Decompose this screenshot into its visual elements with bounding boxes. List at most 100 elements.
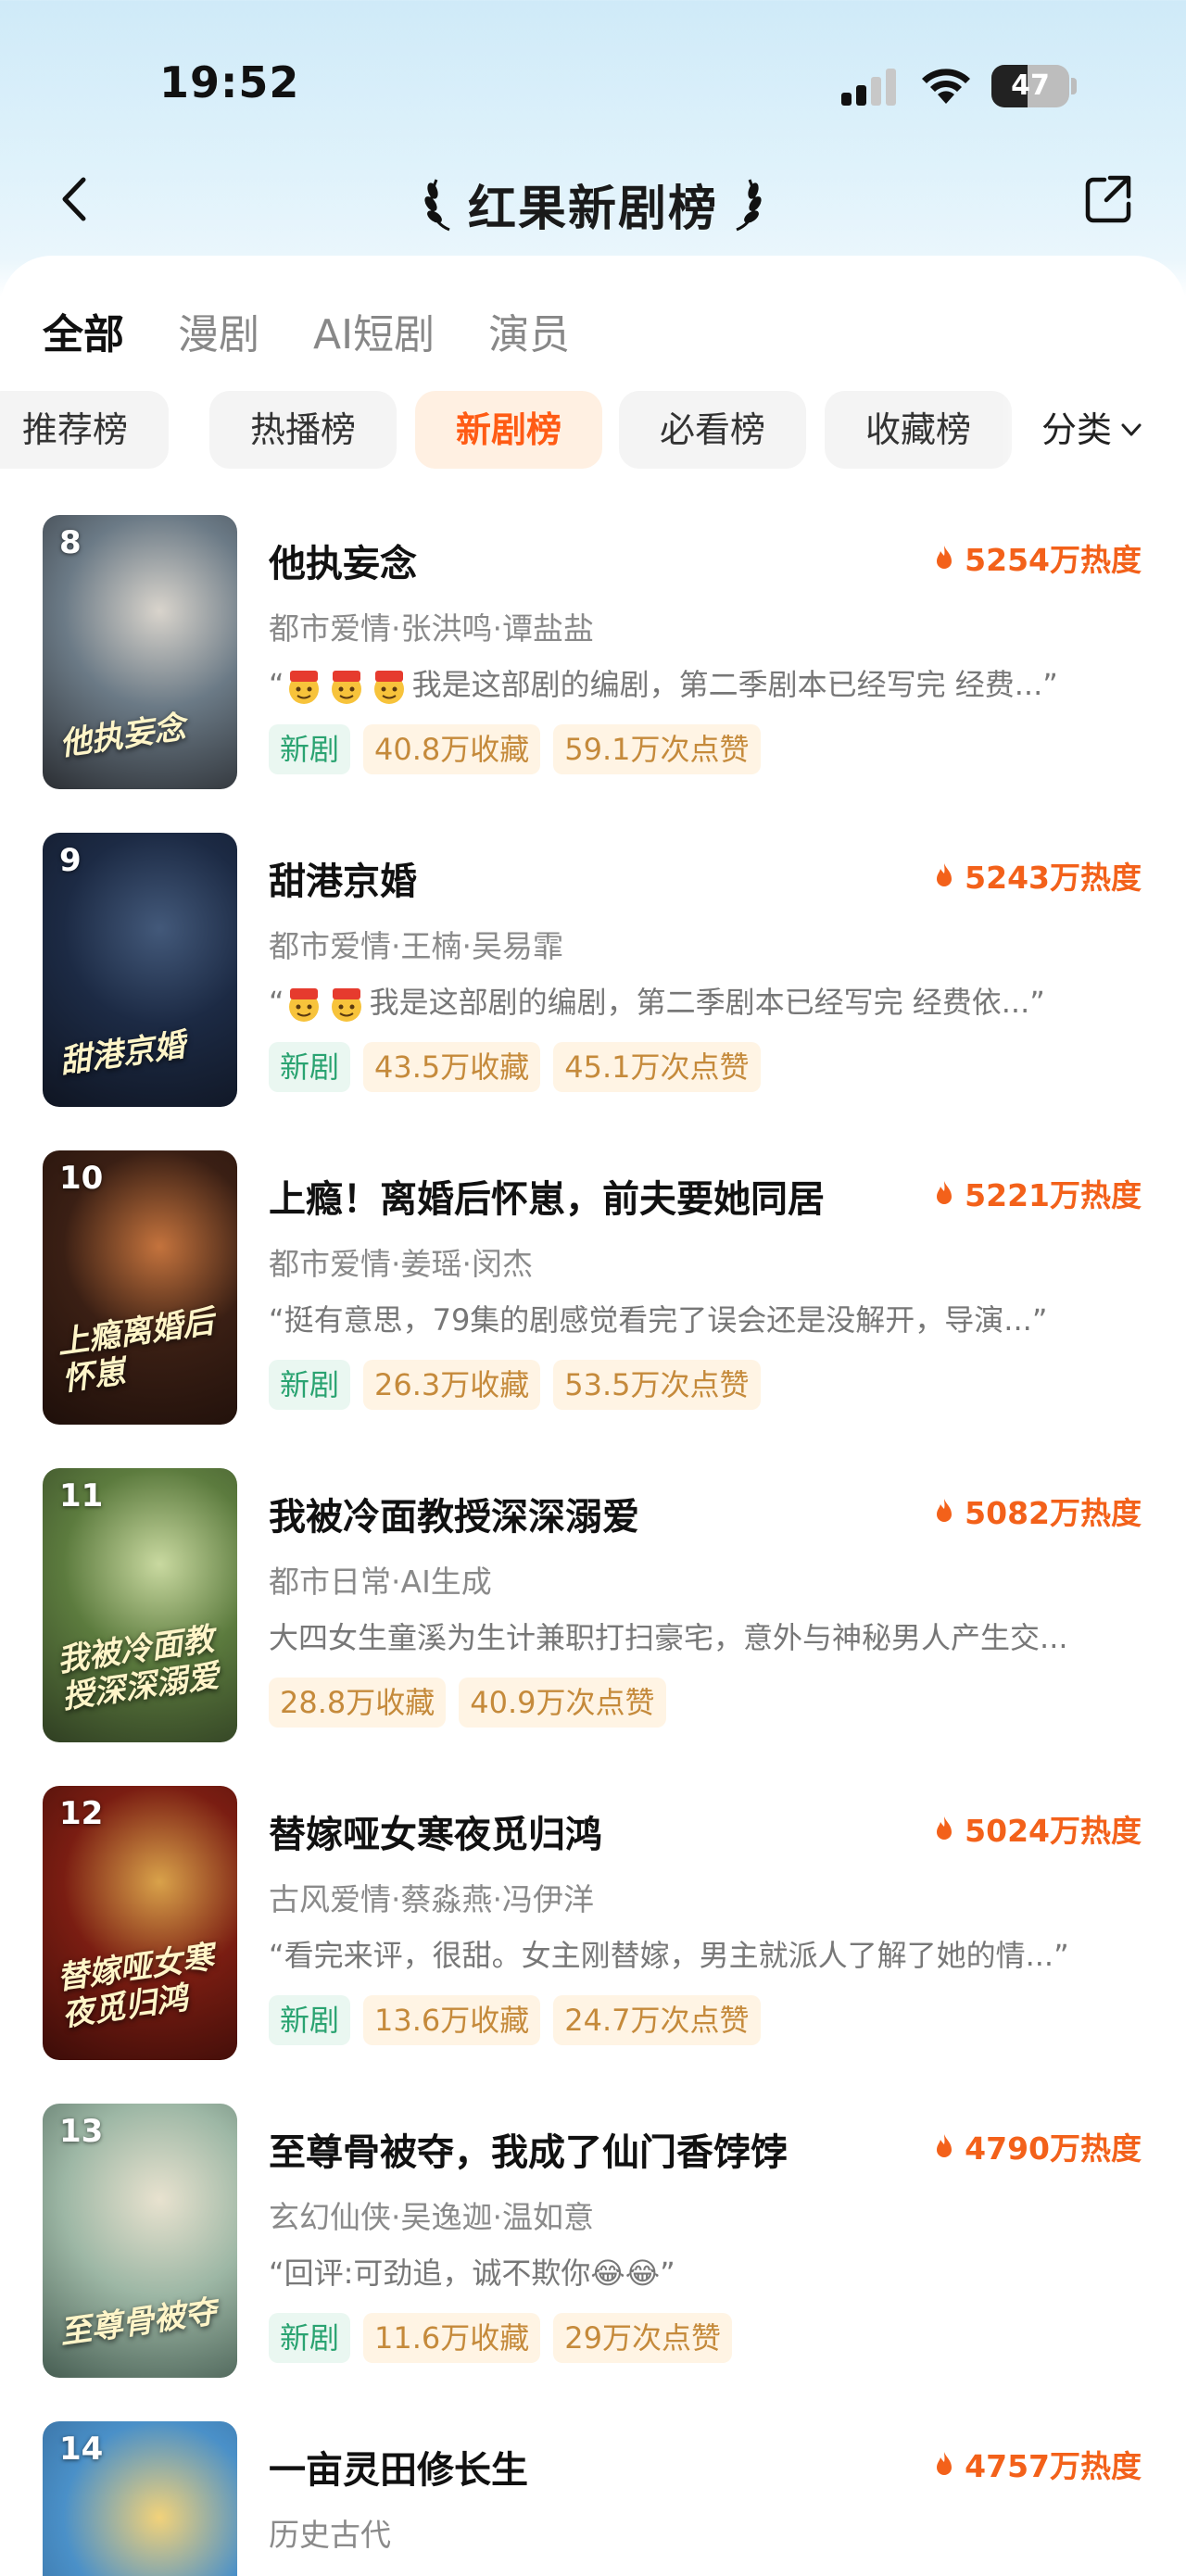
likes-count: 53.5万次点赞 <box>553 1360 761 1410</box>
category-filter-button[interactable]: 分类 <box>1025 391 1144 469</box>
subtab-4[interactable]: 收藏榜 <box>825 391 1012 469</box>
genre-cast: 玄幻仙侠·吴逸迦·温如意 <box>269 2199 594 2235</box>
poster-title-art: 上瘾离婚后怀崽 <box>55 1302 217 1399</box>
likes-count: 40.9万次点赞 <box>459 1678 666 1728</box>
rank-number: 14 <box>59 2431 104 2468</box>
heat-value: 5221万热度 <box>965 1177 1142 1213</box>
list-item[interactable]: 8 他执妄念 他执妄念 5254万热度都市爱情·张洪鸣·谭盐盐 “我是这部剧的编剧，第二… <box>0 515 1186 789</box>
tab-1[interactable]: 漫剧 <box>178 308 259 363</box>
poster-title-art: 甜港京婚 <box>57 1026 188 1081</box>
subtab-2[interactable]: 新剧榜 <box>415 391 602 469</box>
drama-title: 上瘾！离婚后怀崽，前夫要她同居 <box>269 1178 825 1221</box>
poster-image[interactable]: 10 上瘾离婚后怀崽 <box>43 1150 237 1425</box>
tag-group: 新剧 43.5万收藏 45.1万次点赞 <box>269 1042 774 1092</box>
rank-number: 10 <box>59 1160 104 1197</box>
list-item[interactable]: 13 至尊骨被夺 至尊骨被夺，我成了仙门香饽饽 4790万热度玄幻仙侠·吴逸迦·温如意… <box>0 2104 1186 2378</box>
list-item[interactable]: 10 上瘾离婚后怀崽 上瘾！离婚后怀崽，前夫要她同居 5221万热度都市爱情·姜瑶·闵… <box>0 1150 1186 1425</box>
cellular-signal-icon <box>841 69 896 106</box>
laurel-right-icon <box>736 179 762 232</box>
rank-number: 11 <box>59 1477 104 1514</box>
heat-score: 5243万热度 <box>933 853 1142 898</box>
sub-tabs: 收藏榜 必看榜 新剧榜 热播榜 推荐榜 分类 <box>0 391 1186 469</box>
sticker-icon <box>331 988 361 1022</box>
heat-value: 5082万热度 <box>965 1495 1142 1531</box>
flame-icon <box>937 546 953 569</box>
poster-image[interactable]: 11 我被冷面教授深深溺爱 <box>43 1468 237 1742</box>
review-snippet: “回评:可劲追，诚不欺你😂😂” <box>269 2256 675 2291</box>
drama-title: 他执妄念 <box>269 543 417 585</box>
new-badge: 新剧 <box>269 724 351 774</box>
share-icon[interactable] <box>1082 170 1134 226</box>
likes-count: 24.7万次点赞 <box>553 1995 761 2045</box>
sticker-icon <box>373 671 404 704</box>
drama-title: 至尊骨被夺，我成了仙门香饽饽 <box>269 2131 788 2174</box>
battery-level: 47 <box>1011 69 1050 102</box>
nav-title-group: 红果新剧榜 <box>0 167 1186 241</box>
subtab-0[interactable]: 推荐榜 <box>0 391 169 469</box>
poster-title-art: 我被冷面教授深深溺爱 <box>55 1620 221 1716</box>
poster-image[interactable]: 9 甜港京婚 <box>43 833 237 1107</box>
genre-cast: 古风爱情·蔡淼燕·冯伊洋 <box>269 1881 594 1917</box>
favorites-count: 26.3万收藏 <box>363 1360 541 1410</box>
category-label: 分类 <box>1041 409 1113 450</box>
flame-icon <box>937 1181 953 1204</box>
favorites-count: 43.5万收藏 <box>363 1042 541 1092</box>
poster-title-art: 至尊骨被夺 <box>57 2293 219 2352</box>
content-card: 全部 漫剧 AI短剧 演员 收藏榜 必看榜 新剧榜 热播榜 推荐榜 分类 8 他执妄念 他执妄念 5… <box>0 256 1186 2576</box>
heat-value: 4790万热度 <box>965 2130 1142 2167</box>
rank-number: 12 <box>59 1795 104 1832</box>
heat-score: 5221万热度 <box>933 1171 1142 1215</box>
flame-icon <box>937 1499 953 1522</box>
drama-title: 我被冷面教授深深溺爱 <box>269 1496 639 1539</box>
tab-3[interactable]: 演员 <box>488 308 570 363</box>
subtab-1[interactable]: 热播榜 <box>209 391 397 469</box>
review-snippet: “我是这部剧的编剧，第二季剧本已经写完 经费依...” <box>269 979 1140 1024</box>
tab-0[interactable]: 全部 <box>43 308 124 363</box>
poster-image[interactable]: 8 他执妄念 <box>43 515 237 789</box>
drama-title: 甜港京婚 <box>269 861 417 903</box>
likes-count: 29万次点赞 <box>553 2313 733 2363</box>
review-snippet: “我是这部剧的编剧，第二季剧本已经写完 经费...” <box>269 661 1140 706</box>
heat-value: 5024万热度 <box>965 1813 1142 1849</box>
main-tabs: 全部 漫剧 AI短剧 演员 <box>43 308 624 363</box>
new-badge: 新剧 <box>269 1042 351 1092</box>
tab-2[interactable]: AI短剧 <box>313 308 435 363</box>
flame-icon <box>937 2134 953 2157</box>
list-item[interactable]: 14亩灵田一亩灵田修长生 4757万热度历史古代 <box>0 2421 1186 2576</box>
genre-cast: 都市爱情·姜瑶·闵杰 <box>269 1246 533 1282</box>
genre-cast: 都市爱情·张洪鸣·谭盐盐 <box>269 610 594 647</box>
likes-count: 59.1万次点赞 <box>553 724 761 774</box>
genre-cast: 历史古代 <box>269 2517 391 2553</box>
new-badge: 新剧 <box>269 2313 351 2363</box>
new-badge: 新剧 <box>269 1360 351 1410</box>
tag-group: 新剧 26.3万收藏 53.5万次点赞 <box>269 1360 774 1410</box>
status-bar: 19:52 47 <box>0 0 1186 167</box>
poster-image[interactable]: 13 至尊骨被夺 <box>43 2104 237 2378</box>
favorites-count: 28.8万收藏 <box>269 1678 447 1728</box>
tag-group: 新剧 13.6万收藏 24.7万次点赞 <box>269 1995 774 2045</box>
list-item[interactable]: 9 甜港京婚 甜港京婚 5243万热度都市爱情·王楠·吴易霏 “我是这部剧的编剧，第二季… <box>0 833 1186 1107</box>
review-snippet: “看完来评，很甜。女主刚替嫁，男主就派人了解了她的情...” <box>269 1938 1069 1973</box>
wifi-icon <box>922 69 970 104</box>
heat-value: 5243万热度 <box>965 860 1142 896</box>
review-snippet: 大四女生童溪为生计兼职打扫豪宅，意外与神秘男人产生交... <box>269 1620 1068 1655</box>
list-item[interactable]: 11 我被冷面教授深深溺爱 我被冷面教授深深溺爱 5082万热度 都市日常·AI生成 大四… <box>0 1468 1186 1742</box>
heat-score: 5254万热度 <box>933 535 1142 580</box>
sticker-icon <box>288 988 319 1022</box>
tag-group: 新剧 40.8万收藏 59.1万次点赞 <box>269 724 774 774</box>
page-title: 红果新剧榜 <box>467 181 718 237</box>
poster-image[interactable]: 12 替嫁哑女寒夜觅归鸿 <box>43 1786 237 2060</box>
heat-score: 5024万热度 <box>933 1806 1142 1851</box>
poster-image[interactable]: 14亩灵田 <box>43 2421 237 2576</box>
heat-score: 5082万热度 <box>933 1489 1142 1533</box>
heat-value: 4757万热度 <box>965 2448 1142 2484</box>
heat-score: 4757万热度 <box>933 2442 1142 2486</box>
sticker-icon <box>331 671 361 704</box>
favorites-count: 40.8万收藏 <box>363 724 541 774</box>
sticker-icon <box>288 671 319 704</box>
list-item[interactable]: 12 替嫁哑女寒夜觅归鸿 替嫁哑女寒夜觅归鸿 5024万热度古风爱情·蔡淼燕·冯伊洋 “… <box>0 1786 1186 2060</box>
heat-score: 4790万热度 <box>933 2124 1142 2168</box>
subtab-3[interactable]: 必看榜 <box>619 391 806 469</box>
drama-title: 替嫁哑女寒夜觅归鸿 <box>269 1814 602 1856</box>
genre-cast: 都市爱情·王楠·吴易霏 <box>269 928 563 964</box>
